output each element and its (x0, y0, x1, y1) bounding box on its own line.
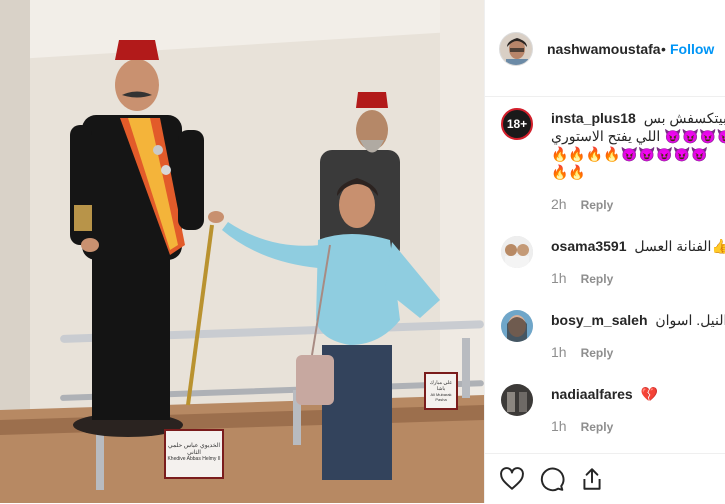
comment-time: 2h (551, 196, 567, 212)
post-action-bar (485, 453, 725, 504)
comment-meta: 1h Reply (551, 418, 613, 434)
reply-button[interactable]: Reply (581, 198, 614, 212)
commenter-avatar[interactable] (501, 236, 533, 268)
commenter-avatar[interactable] (501, 384, 533, 416)
comment-meta: 2h Reply (551, 196, 613, 212)
header-separator: • (661, 41, 666, 57)
comment-first-line: osama3591 الفنانة العسل👍 (551, 238, 725, 255)
placard-left-text: الخديوي عباس حلمي الثاني (167, 443, 221, 456)
reply-button[interactable]: Reply (581, 346, 614, 360)
author-username[interactable]: nashwamoustafa (547, 41, 661, 57)
comment-item: bosy_m_saleh ف النيل. اسوان 1h Reply (485, 304, 725, 374)
comment-first-line: bosy_m_saleh ف النيل. اسوان (551, 312, 725, 329)
author-avatar[interactable] (499, 32, 533, 66)
avatar-18-plus-badge[interactable]: 18+ (501, 108, 533, 140)
comment-text: الفنانة العسل👍 (634, 238, 725, 254)
post-header: nashwamoustafa • Follow (485, 0, 725, 97)
placard-right-sub: Ali Mubarak Pasha (430, 392, 452, 402)
comment-item: osama3591 الفنانة العسل👍 1h Reply (485, 230, 725, 300)
comment-text: 💔 (640, 386, 659, 402)
comment-time: 1h (551, 418, 567, 434)
comment-username[interactable]: bosy_m_saleh (551, 312, 648, 328)
comment-username[interactable]: nadiaalfares (551, 386, 633, 402)
comment-time: 1h (551, 270, 567, 286)
comment-username[interactable]: osama3591 (551, 238, 627, 254)
reply-button[interactable]: Reply (581, 420, 614, 434)
comment-text-line: 🔥🔥🔥🔥😈😈😈😈😈 (551, 146, 708, 162)
reply-button[interactable]: Reply (581, 272, 614, 286)
heart-icon[interactable] (499, 466, 525, 492)
comment-icon[interactable] (539, 466, 565, 492)
comment-text-line: مبيتكسفش بس _ (643, 110, 725, 126)
comment-text-line: اللي يفتح الاستوري 😈😈😈😈 (551, 128, 725, 144)
placard-left-sub: Khedive Abbas Helmy II (167, 456, 221, 462)
comment-text: ف النيل. اسوان (655, 312, 725, 328)
follow-button[interactable]: Follow (670, 41, 714, 57)
comment-item: nadiaalfares 💔 1h Reply (485, 378, 725, 448)
comment-meta: 1h Reply (551, 270, 613, 286)
post-side-panel: nashwamoustafa • Follow 18+ insta_plus18… (484, 0, 725, 503)
placard-right-text: علي مبارك باشا (429, 380, 453, 392)
comment-meta: 1h Reply (551, 344, 613, 360)
comment-username[interactable]: insta_plus18 (551, 110, 636, 126)
comment-item: 18+ insta_plus18 مبيتكسفش بس _ اللي يفتح… (485, 100, 725, 220)
commenter-avatar[interactable] (501, 310, 533, 342)
museum-photo (0, 0, 484, 503)
share-icon[interactable] (579, 466, 605, 492)
comment-first-line: insta_plus18 مبيتكسفش بس _ (551, 110, 725, 127)
comment-text-line: 🔥🔥 (551, 164, 586, 180)
comment-time: 1h (551, 344, 567, 360)
comment-first-line: nadiaalfares 💔 (551, 386, 658, 403)
post-photo[interactable]: الخديوي عباس حلمي الثاني Khedive Abbas H… (0, 0, 484, 503)
